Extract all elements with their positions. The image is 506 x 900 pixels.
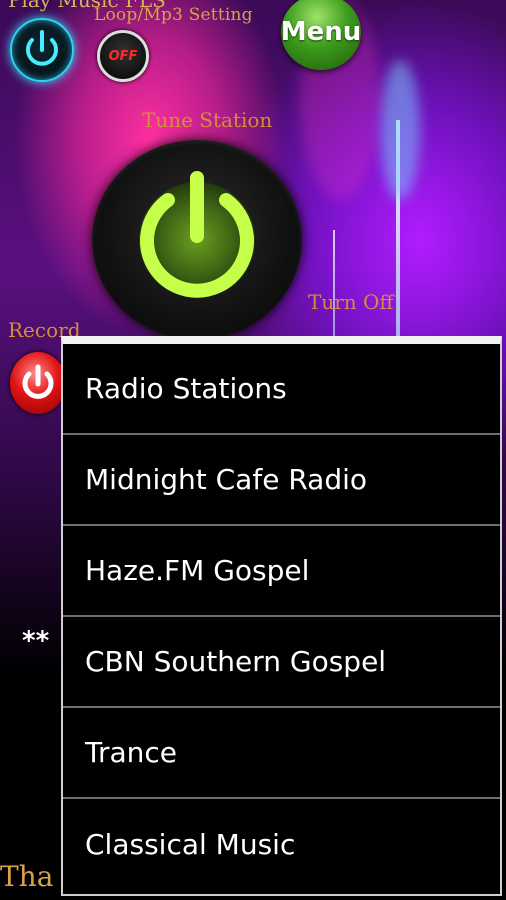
status-text: ** — [22, 626, 50, 656]
footer-text: Tha — [0, 860, 54, 893]
power-icon — [139, 171, 255, 298]
menu-item-classical-music[interactable]: Classical Music — [63, 799, 500, 890]
menu-item-haze-fm-gospel[interactable]: Haze.FM Gospel — [63, 526, 500, 617]
loop-setting-label: Loop/Mp3 Setting — [94, 5, 253, 25]
light-glow — [380, 60, 420, 200]
tune-station-button[interactable] — [92, 140, 302, 340]
loop-toggle-button[interactable]: OFF — [97, 30, 149, 82]
power-icon — [26, 30, 58, 66]
record-button[interactable] — [10, 352, 66, 414]
power-button-small[interactable] — [10, 18, 74, 82]
station-menu-popup: Radio Stations Midnight Cafe Radio Haze.… — [61, 336, 502, 896]
tune-station-label: Tune Station — [142, 108, 273, 132]
menu-item-trance[interactable]: Trance — [63, 708, 500, 799]
menu-item-cbn-southern-gospel[interactable]: CBN Southern Gospel — [63, 617, 500, 708]
menu-item-midnight-cafe-radio[interactable]: Midnight Cafe Radio — [63, 435, 500, 526]
menu-item-radio-stations[interactable]: Radio Stations — [63, 344, 500, 435]
power-icon — [22, 364, 54, 399]
turn-off-label: Turn Off — [308, 290, 394, 314]
